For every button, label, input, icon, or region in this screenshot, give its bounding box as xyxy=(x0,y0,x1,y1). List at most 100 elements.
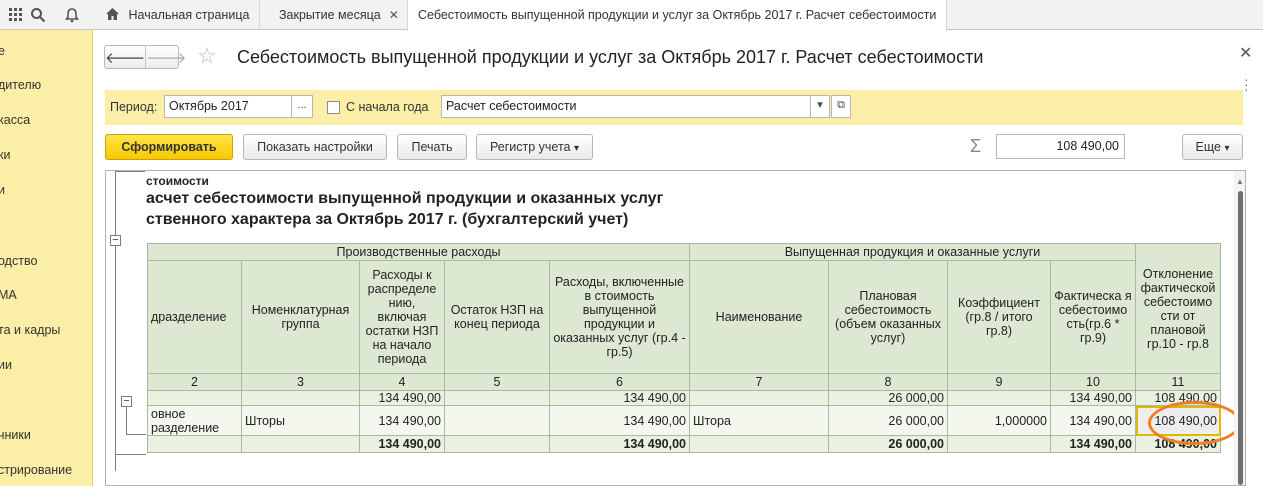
table-cell[interactable]: 134 490,00 xyxy=(1050,390,1136,406)
sigma-icon: Σ xyxy=(970,136,982,156)
tab-cost-calculation[interactable]: Себестоимость выпущенной продукции и усл… xyxy=(407,0,948,31)
print-button[interactable]: Печать xyxy=(397,134,467,160)
report-title-line1: асчет себестоимости выпущенной продукции… xyxy=(146,190,664,207)
table-cell[interactable]: 134 490,00 xyxy=(359,435,445,453)
table-cell[interactable]: 134 490,00 xyxy=(359,405,445,436)
sidebar-item[interactable]: касса xyxy=(0,113,30,127)
sidebar-item[interactable]: стрирование xyxy=(0,463,72,477)
table-cell[interactable]: 26 000,00 xyxy=(828,405,948,436)
table-cell[interactable] xyxy=(241,390,360,406)
column-number: 7 xyxy=(689,373,829,391)
main-form: 🡐 🡒 ☆ Себестоимость выпущенной продукции… xyxy=(93,31,1263,486)
from-start-label: С начала года xyxy=(346,100,429,114)
report-area: стоимости асчет себестоимости выпущенной… xyxy=(105,170,1246,486)
show-settings-button[interactable]: Показать настройки xyxy=(243,134,387,160)
from-start-checkbox[interactable] xyxy=(327,101,340,114)
table-cell[interactable]: 134 490,00 xyxy=(549,405,690,436)
table-cell[interactable] xyxy=(147,390,242,406)
column-number: 2 xyxy=(147,373,242,391)
sidebar-item[interactable]: и xyxy=(0,183,5,197)
table-cell[interactable]: 26 000,00 xyxy=(828,390,948,406)
column-number: 10 xyxy=(1050,373,1136,391)
table-cell[interactable]: 108 490,00 xyxy=(1135,435,1221,453)
star-icon[interactable]: ☆ xyxy=(197,43,217,69)
report-variant-field[interactable]: Расчет себестоимости xyxy=(441,95,811,118)
table-cell[interactable]: овное разделение xyxy=(147,405,242,436)
open-icon[interactable]: ⧉ xyxy=(831,95,851,118)
vertical-scrollbar[interactable]: ▲ xyxy=(1234,171,1245,485)
sidebar-item[interactable]: е xyxy=(0,44,5,58)
column-number: 9 xyxy=(947,373,1051,391)
table-cell[interactable] xyxy=(947,390,1051,406)
parameter-bar: Период: Октябрь 2017 ... С начала года Р… xyxy=(105,90,1243,125)
table-cell[interactable]: 134 490,00 xyxy=(549,435,690,453)
table-cell[interactable] xyxy=(444,405,550,436)
table-cell[interactable]: 134 490,00 xyxy=(359,390,445,406)
tab-home[interactable]: Начальная страница xyxy=(96,0,261,30)
search-icon[interactable] xyxy=(22,0,54,30)
sidebar-item[interactable]: МА xyxy=(0,288,17,302)
group-header-released-products: Выпущенная продукция и оказанные услуги xyxy=(689,243,1136,261)
table-cell[interactable] xyxy=(444,435,550,453)
column-header-actual-cost: Фактическа я себестоимо сть(гр.6 * гр.9) xyxy=(1050,260,1136,374)
group-header-row: Производственные расходы Выпущенная прод… xyxy=(147,243,1221,374)
page-title: Себестоимость выпущенной продукции и усл… xyxy=(237,47,984,67)
table-cell[interactable] xyxy=(689,435,829,453)
table-cell[interactable]: 108 490,00 xyxy=(1135,390,1221,406)
group-line xyxy=(115,171,116,471)
more-button[interactable]: Еще ▾ xyxy=(1182,134,1243,160)
close-icon[interactable]: ✕ xyxy=(1239,43,1252,63)
group-line xyxy=(126,404,127,434)
period-field[interactable]: Октябрь 2017 xyxy=(164,95,292,118)
registry-label: Регистр учета xyxy=(489,140,571,154)
sidebar-item[interactable]: одство xyxy=(0,254,37,268)
column-number-row: 2 3 4 5 6 7 8 9 10 11 xyxy=(147,373,1221,391)
generate-button[interactable]: Сформировать xyxy=(105,134,233,160)
column-number: 8 xyxy=(828,373,948,391)
table-cell[interactable] xyxy=(241,435,360,453)
group-line xyxy=(115,454,146,455)
collapse-group-icon[interactable]: − xyxy=(110,235,121,246)
table-cell[interactable] xyxy=(689,390,829,406)
back-arrow-icon[interactable]: 🡐 xyxy=(105,46,145,68)
table-cell[interactable]: Шторы xyxy=(241,405,360,436)
table-cell[interactable] xyxy=(147,435,242,453)
column-header-included-costs: Расходы, включенные в стоимость выпущенн… xyxy=(549,260,690,374)
forward-arrow-icon[interactable]: 🡒 xyxy=(145,46,186,68)
sidebar-item[interactable]: та и кадры xyxy=(0,323,60,337)
sidebar-item[interactable]: дителю xyxy=(0,78,41,92)
sidebar-item[interactable]: чники xyxy=(0,428,31,442)
sidebar-item[interactable]: ии xyxy=(0,358,12,372)
table-cell[interactable]: 26 000,00 xyxy=(828,435,948,453)
close-icon[interactable]: ✕ xyxy=(389,8,399,22)
chevron-down-icon: ▾ xyxy=(573,143,580,154)
more-vertical-icon[interactable]: · · · xyxy=(1244,72,1249,96)
table-cell[interactable]: 134 490,00 xyxy=(549,390,690,406)
top-bar: Начальная страница Закрытие месяца ✕ Себе… xyxy=(0,0,1263,31)
scroll-up-icon[interactable]: ▲ xyxy=(1236,177,1244,186)
column-header-planned-cost: Плановая себестоимость (объем оказанных … xyxy=(828,260,948,374)
collapse-group-icon[interactable]: − xyxy=(121,396,132,407)
registry-button[interactable]: Регистр учета ▾ xyxy=(476,134,593,160)
table-cell[interactable] xyxy=(444,390,550,406)
chevron-down-icon[interactable]: ▾ xyxy=(810,95,830,118)
bell-icon[interactable] xyxy=(56,0,88,30)
period-select-button[interactable]: ... xyxy=(291,95,313,118)
tab-month-closing-label: Закрытие месяца xyxy=(279,8,381,22)
table-cell[interactable]: 1,000000 xyxy=(947,405,1051,436)
column-header-coefficient: Коэффициент (гр.8 / итого гр.8) xyxy=(947,260,1051,374)
selected-cell[interactable]: 108 490,00 xyxy=(1135,405,1221,436)
table-cell[interactable]: 134 490,00 xyxy=(1050,405,1136,436)
column-header-name: Наименование xyxy=(689,260,829,374)
table-row: овное разделение Шторы 134 490,00 134 49… xyxy=(147,405,1221,436)
table-cell[interactable]: Штора xyxy=(689,405,829,436)
nav-buttons: 🡐 🡒 xyxy=(104,45,186,69)
table-cell[interactable] xyxy=(947,435,1051,453)
tab-cost-calculation-label: Себестоимость выпущенной продукции и усл… xyxy=(418,8,937,22)
column-number: 4 xyxy=(359,373,445,391)
sidebar-item[interactable]: ки xyxy=(0,148,10,162)
tab-month-closing[interactable]: Закрытие месяца ✕ xyxy=(269,0,410,30)
more-label: Еще xyxy=(1195,140,1221,154)
table-cell[interactable]: 134 490,00 xyxy=(1050,435,1136,453)
scrollbar-thumb[interactable] xyxy=(1238,191,1243,485)
